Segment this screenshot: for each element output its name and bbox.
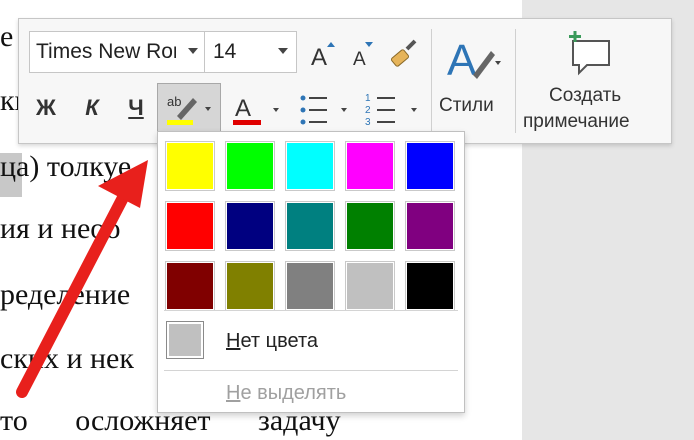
styles-button[interactable]: A Стили: [437, 29, 507, 133]
color-swatch-bright-green[interactable]: [225, 141, 275, 191]
svg-text:A: A: [447, 36, 477, 83]
color-swatch-teal[interactable]: [285, 201, 335, 251]
color-swatch-dark-yellow[interactable]: [225, 261, 275, 311]
grow-font-icon: A: [311, 42, 335, 69]
new-comment-button[interactable]: Создать примечание: [519, 29, 669, 137]
no-highlight-accesskey: Н: [226, 382, 241, 404]
styles-icon: A: [447, 36, 501, 83]
highlight-color-palette: Нет цвета Не выделять: [157, 131, 465, 413]
highlighter-icon: ab: [167, 94, 211, 125]
format-painter-button[interactable]: [387, 35, 423, 71]
color-swatch-red[interactable]: [165, 201, 215, 251]
mini-toolbar: Times New Roman 14 A A Ж К Ч ab: [18, 18, 672, 144]
toolbar-separator: [515, 29, 516, 133]
svg-text:3: 3: [365, 117, 371, 128]
color-swatch-black[interactable]: [405, 261, 455, 311]
doc-line-5: ределение: [0, 278, 131, 311]
shrink-font-icon: A: [353, 42, 373, 69]
no-color-option[interactable]: Нет цвета: [226, 330, 318, 353]
svg-text:A: A: [311, 44, 327, 69]
shrink-font-button[interactable]: A: [345, 37, 379, 71]
doc-line-6: ских и нек: [0, 342, 134, 375]
font-size-value: 14: [213, 40, 237, 63]
font-name-value: Times New Roman: [36, 40, 176, 63]
chevron-down-icon[interactable]: [188, 48, 198, 54]
bullet-list-button[interactable]: [295, 89, 355, 131]
doc-line-3: ца) толкуе: [0, 150, 132, 183]
no-color-accesskey: Н: [226, 330, 241, 352]
bold-button[interactable]: Ж: [29, 91, 63, 125]
doc-line-4: ия и необ: [0, 212, 121, 245]
svg-text:A: A: [235, 95, 251, 122]
styles-label: Стили: [439, 95, 494, 116]
svg-text:2: 2: [365, 105, 371, 116]
comment-label-line1: Создать: [549, 85, 622, 106]
comment-label-line2: примечание: [523, 111, 630, 132]
font-size-box[interactable]: 14: [205, 31, 297, 73]
format-painter-icon: [390, 39, 417, 67]
numbered-list-button[interactable]: 1 2 3: [363, 89, 427, 131]
svg-text:1: 1: [365, 93, 371, 104]
color-swatch-gray-25[interactable]: [345, 261, 395, 311]
numbered-list-icon: 1 2 3: [365, 93, 417, 128]
svg-text:ab: ab: [167, 94, 181, 109]
color-swatch-yellow[interactable]: [165, 141, 215, 191]
italic-button[interactable]: К: [75, 91, 109, 125]
doc-line-1: е: [0, 20, 14, 53]
bullet-list-icon: [300, 95, 347, 125]
svg-text:A: A: [353, 49, 366, 69]
color-swatch-violet[interactable]: [405, 201, 455, 251]
highlight-button[interactable]: ab: [157, 83, 221, 133]
color-swatch-pink[interactable]: [345, 141, 395, 191]
new-comment-icon: [569, 31, 610, 76]
font-color-icon: A: [233, 95, 279, 125]
toolbar-separator: [431, 29, 432, 133]
color-swatch-dark-red[interactable]: [165, 261, 215, 311]
color-swatch-dark-blue[interactable]: [225, 201, 275, 251]
font-color-button[interactable]: A: [229, 89, 285, 131]
color-swatch-green[interactable]: [345, 201, 395, 251]
no-color-swatch[interactable]: [166, 321, 204, 359]
palette-separator: [164, 310, 458, 311]
no-highlight-label: е выделять: [240, 382, 347, 404]
font-name-box[interactable]: Times New Roman: [29, 31, 205, 73]
palette-separator: [164, 370, 458, 371]
color-swatch-turquoise[interactable]: [285, 141, 335, 191]
color-swatch-gray-50[interactable]: [285, 261, 335, 311]
chevron-down-icon[interactable]: [278, 48, 288, 54]
color-swatch-blue[interactable]: [405, 141, 455, 191]
no-highlight-option[interactable]: Не выделять: [226, 382, 346, 405]
no-color-label: ет цвета: [240, 330, 319, 352]
grow-font-button[interactable]: A: [305, 37, 339, 71]
underline-button[interactable]: Ч: [119, 91, 153, 125]
